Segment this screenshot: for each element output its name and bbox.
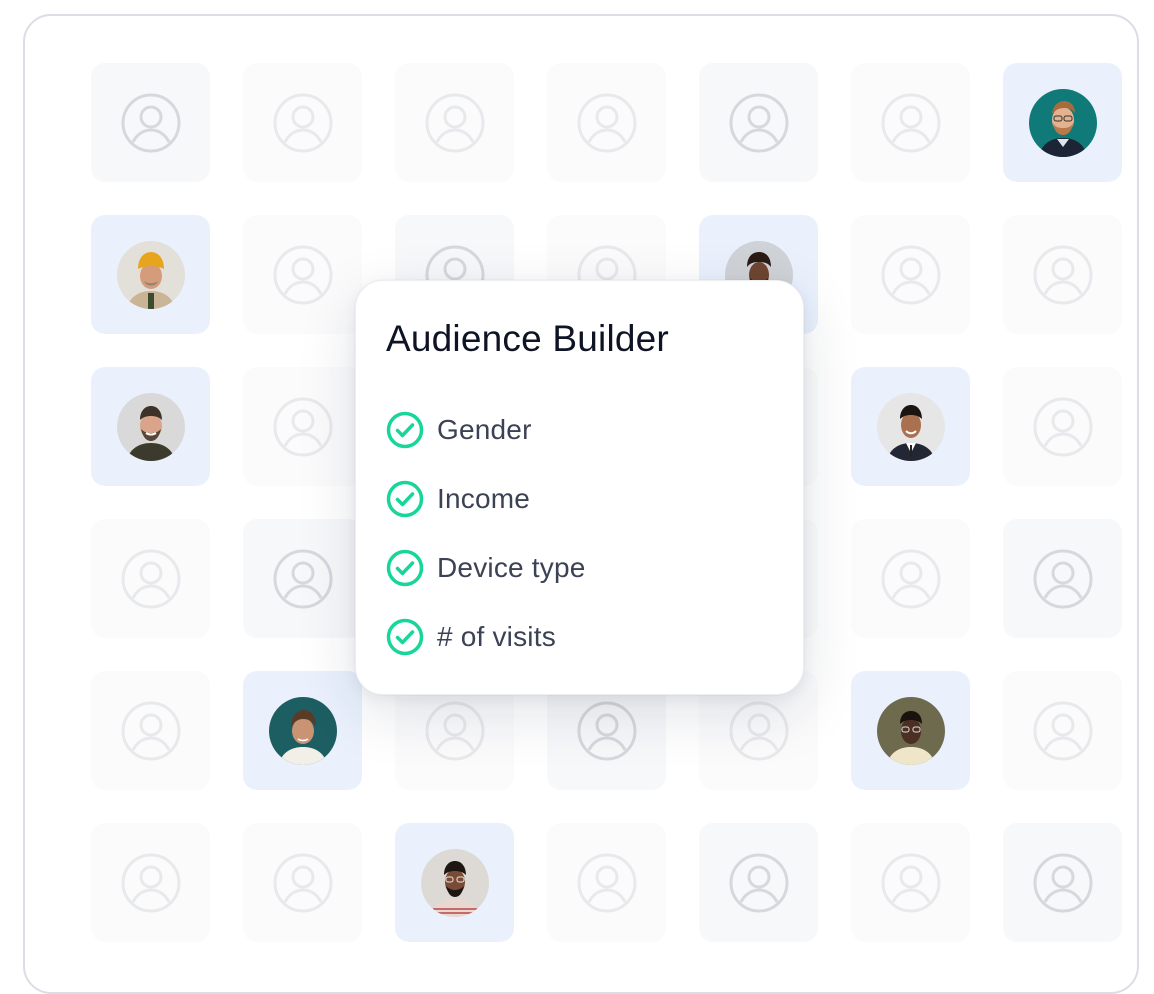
user-circle-icon <box>1033 397 1092 456</box>
avatar <box>116 392 185 461</box>
user-circle-icon <box>729 701 788 760</box>
person-tile[interactable] <box>851 367 970 486</box>
user-circle-icon <box>881 93 940 152</box>
user-circle-icon <box>1033 853 1092 912</box>
card-title: Audience Builder <box>386 318 669 359</box>
person-tile[interactable] <box>91 215 210 334</box>
user-circle-icon <box>729 853 788 912</box>
user-circle-icon <box>881 245 940 304</box>
person-tile[interactable] <box>243 671 362 790</box>
user-placeholder-tile <box>1003 367 1122 486</box>
user-circle-icon <box>881 853 940 912</box>
user-placeholder-tile <box>91 823 210 942</box>
user-circle-icon <box>577 853 636 912</box>
user-placeholder-tile <box>91 519 210 638</box>
user-circle-icon <box>273 93 332 152</box>
avatar <box>876 696 945 765</box>
user-placeholder-tile <box>851 519 970 638</box>
avatar <box>116 240 185 309</box>
avatar <box>876 392 945 461</box>
check-circle-icon <box>386 480 424 518</box>
user-circle-icon <box>881 549 940 608</box>
check-circle-icon <box>386 411 424 449</box>
user-placeholder-tile <box>1003 823 1122 942</box>
audience-builder-card: Audience Builder Gender Income Device ty… <box>355 280 804 695</box>
user-placeholder-tile <box>1003 215 1122 334</box>
user-circle-icon <box>425 93 484 152</box>
check-circle-icon <box>386 549 424 587</box>
user-placeholder-tile <box>243 63 362 182</box>
user-placeholder-tile <box>91 63 210 182</box>
user-placeholder-tile <box>547 63 666 182</box>
user-placeholder-tile <box>395 63 514 182</box>
check-circle-icon <box>386 618 424 656</box>
user-placeholder-tile <box>1003 671 1122 790</box>
user-placeholder-tile <box>91 671 210 790</box>
user-placeholder-tile <box>243 367 362 486</box>
user-circle-icon <box>577 701 636 760</box>
criteria-item-device-type[interactable]: Device type <box>386 549 773 587</box>
avatar <box>268 696 337 765</box>
criteria-list: Gender Income Device type # of visits <box>386 411 773 656</box>
user-placeholder-tile <box>851 215 970 334</box>
user-circle-icon <box>273 245 332 304</box>
user-circle-icon <box>1033 701 1092 760</box>
user-placeholder-tile <box>1003 519 1122 638</box>
user-placeholder-tile <box>699 63 818 182</box>
user-circle-icon <box>121 549 180 608</box>
user-placeholder-tile <box>851 823 970 942</box>
criteria-label: Device type <box>437 552 586 583</box>
user-placeholder-tile <box>243 215 362 334</box>
user-circle-icon <box>273 397 332 456</box>
user-placeholder-tile <box>243 519 362 638</box>
criteria-label: Income <box>437 483 531 514</box>
user-placeholder-tile <box>699 823 818 942</box>
user-circle-icon <box>273 549 332 608</box>
avatar <box>1028 88 1097 157</box>
person-tile[interactable] <box>91 367 210 486</box>
avatar <box>420 848 489 917</box>
user-circle-icon <box>121 853 180 912</box>
criteria-item-visits[interactable]: # of visits <box>386 618 773 656</box>
criteria-item-income[interactable]: Income <box>386 480 773 518</box>
person-tile[interactable] <box>851 671 970 790</box>
criteria-label: Gender <box>437 414 532 445</box>
user-circle-icon <box>577 93 636 152</box>
criteria-item-gender[interactable]: Gender <box>386 411 773 449</box>
person-tile[interactable] <box>1003 63 1122 182</box>
user-circle-icon <box>273 853 332 912</box>
user-circle-icon <box>121 701 180 760</box>
user-placeholder-tile <box>547 823 666 942</box>
criteria-label: # of visits <box>437 621 556 652</box>
user-circle-icon <box>1033 245 1092 304</box>
user-circle-icon <box>729 93 788 152</box>
user-circle-icon <box>121 93 180 152</box>
user-circle-icon <box>425 701 484 760</box>
person-tile[interactable] <box>395 823 514 942</box>
user-placeholder-tile <box>243 823 362 942</box>
user-placeholder-tile <box>851 63 970 182</box>
user-circle-icon <box>1033 549 1092 608</box>
